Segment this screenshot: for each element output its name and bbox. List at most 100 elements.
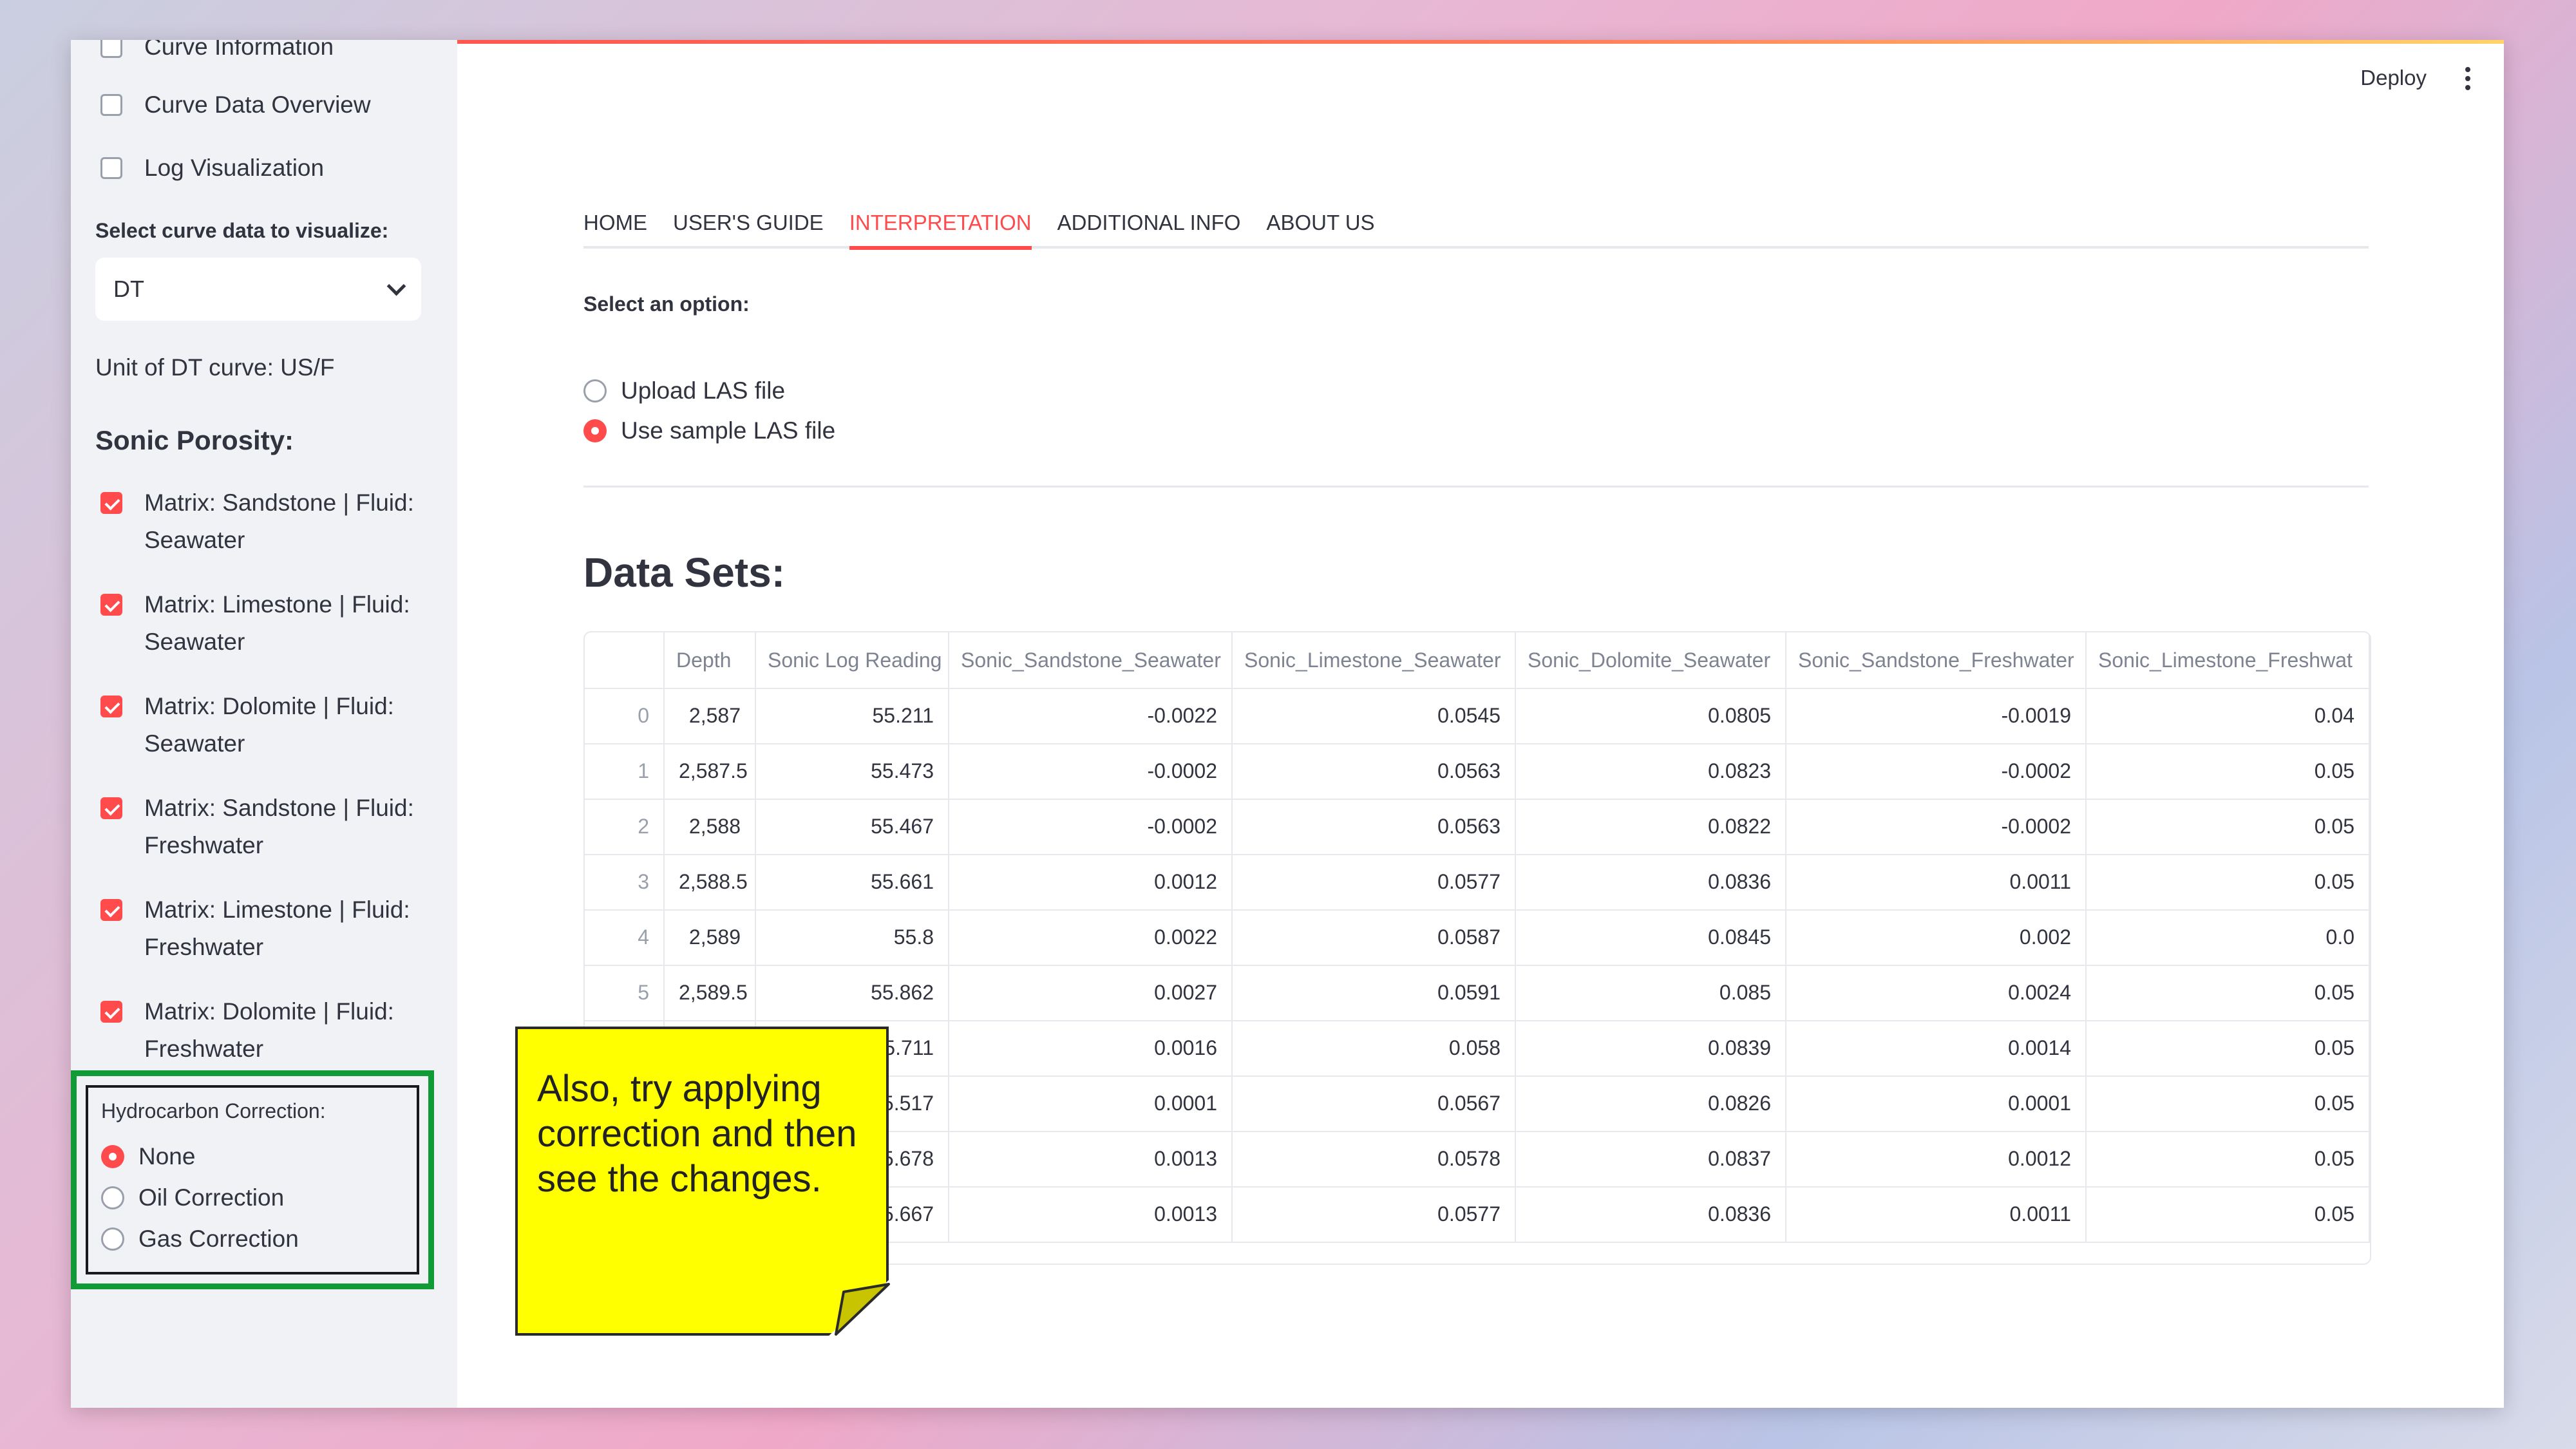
sidebar: Curve Information Curve Data Overview Lo… xyxy=(71,40,457,1408)
table-header-cell[interactable]: Sonic_Sandstone_Seawater xyxy=(949,632,1233,688)
tab-home[interactable]: HOME xyxy=(583,206,647,246)
table-cell: 0.085 xyxy=(1516,965,1786,1020)
table-cell: 0.05 xyxy=(2087,743,2370,799)
more-menu-icon[interactable] xyxy=(2465,67,2470,90)
tab-about-us[interactable]: ABOUT US xyxy=(1266,206,1374,246)
checkbox-box[interactable] xyxy=(100,1001,122,1023)
table-cell: 55.862 xyxy=(756,965,949,1020)
table-cell: 0.0587 xyxy=(1233,909,1516,965)
table-cell: 0.0563 xyxy=(1233,743,1516,799)
table-row: 3 2,588.5 55.661 0.0012 0.0577 0.0836 0.0011 0.… xyxy=(585,854,2370,911)
tab-additional-info[interactable]: ADDITIONAL INFO xyxy=(1057,206,1241,246)
radio-gas-correction[interactable]: Gas Correction xyxy=(101,1226,299,1253)
table-cell: 0.0013 xyxy=(949,1131,1233,1186)
table-cell: 0.0577 xyxy=(1233,854,1516,909)
radio-button[interactable] xyxy=(101,1145,124,1168)
radio-label: Use sample LAS file xyxy=(621,417,836,444)
table-cell: 0.05 xyxy=(2087,1186,2370,1242)
table-header-cell[interactable]: Sonic_Sandstone_Freshwater xyxy=(1786,632,2087,688)
porosity-check-dolomite-seawater[interactable]: Matrix: Dolomite | Fluid: Seawater xyxy=(100,693,394,762)
checkbox-label: Matrix: Dolomite | Fluid: Freshwater xyxy=(144,998,394,1062)
checkbox-log-visualization[interactable]: Log Visualization xyxy=(100,155,324,187)
select-curve-label: Select curve data to visualize: xyxy=(95,219,389,242)
radio-use-sample-las[interactable]: Use sample LAS file xyxy=(583,417,835,444)
table-cell: 0.0823 xyxy=(1516,743,1786,799)
curve-select[interactable]: DT xyxy=(95,258,421,321)
table-cell: 0.05 xyxy=(2087,854,2370,909)
table-cell: 0.0577 xyxy=(1233,1186,1516,1242)
table-cell: 0.0001 xyxy=(1786,1075,2087,1131)
checkbox-box[interactable] xyxy=(100,492,122,514)
checkbox-box[interactable] xyxy=(100,157,122,179)
table-cell: 0.0024 xyxy=(1786,965,2087,1020)
porosity-check-limestone-freshwater[interactable]: Matrix: Limestone | Fluid: Freshwater xyxy=(100,896,410,966)
table-cell: 0.0011 xyxy=(1786,1186,2087,1242)
checkbox-box[interactable] xyxy=(100,94,122,116)
hydrocarbon-label: Hydrocarbon Correction: xyxy=(101,1099,326,1122)
checkbox-label: Matrix: Dolomite | Fluid: Seawater xyxy=(144,693,394,757)
porosity-check-sandstone-freshwater[interactable]: Matrix: Sandstone | Fluid: Freshwater xyxy=(100,795,414,864)
tab-interpretation[interactable]: INTERPRETATION xyxy=(849,206,1032,250)
checkbox-label: Matrix: Sandstone | Fluid: Seawater xyxy=(144,489,414,553)
table-cell: 0.04 xyxy=(2087,688,2370,743)
checkbox-box[interactable] xyxy=(100,696,122,717)
table-header-cell[interactable]: Depth xyxy=(665,632,756,688)
table-cell: 0.0563 xyxy=(1233,799,1516,854)
radio-button[interactable] xyxy=(583,379,607,402)
checkbox-curve-data-overview[interactable]: Curve Data Overview xyxy=(100,91,371,124)
porosity-check-limestone-seawater[interactable]: Matrix: Limestone | Fluid: Seawater xyxy=(100,591,410,661)
table-cell: 55.473 xyxy=(756,743,949,799)
table-header-cell[interactable]: Sonic_Dolomite_Seawater xyxy=(1516,632,1786,688)
table-row: 4 2,589 55.8 0.0022 0.0587 0.0845 0.002 0.0 xyxy=(585,909,2370,966)
curve-select-value: DT xyxy=(113,276,144,302)
radio-label: Upload LAS file xyxy=(621,377,786,404)
table-row: 0 2,587 55.211 -0.0022 0.0545 0.0805 -0.0019 0.… xyxy=(585,688,2370,744)
checkbox-label: Log Visualization xyxy=(144,155,325,181)
table-cell: 0.002 xyxy=(1786,909,2087,965)
radio-label: Oil Correction xyxy=(138,1184,285,1211)
table-header-cell[interactable]: Sonic_Limestone_Seawater xyxy=(1233,632,1516,688)
checkbox-curve-information[interactable]: Curve Information xyxy=(100,40,334,66)
table-cell: -0.0002 xyxy=(1786,799,2087,854)
sonic-porosity-heading: Sonic Porosity: xyxy=(95,425,294,455)
porosity-check-sandstone-seawater[interactable]: Matrix: Sandstone | Fluid: Seawater xyxy=(100,489,414,559)
app-window: Curve Information Curve Data Overview Lo… xyxy=(71,40,2504,1408)
radio-oil-correction[interactable]: Oil Correction xyxy=(101,1184,284,1211)
table-cell: -0.0019 xyxy=(1786,688,2087,743)
table-cell: 0.0836 xyxy=(1516,854,1786,909)
table-cell: 2,588 xyxy=(665,799,756,854)
table-cell: 0.0839 xyxy=(1516,1020,1786,1075)
table-cell: 2,589 xyxy=(665,909,756,965)
checkbox-box[interactable] xyxy=(100,594,122,616)
table-header-cell[interactable] xyxy=(585,632,665,688)
table-cell: -0.0002 xyxy=(949,799,1233,854)
radio-label: None xyxy=(138,1143,196,1170)
table-cell: 5 xyxy=(585,965,665,1020)
chevron-down-icon xyxy=(386,276,406,296)
table-cell: 0.0013 xyxy=(949,1186,1233,1242)
table-cell: 2,589.5 xyxy=(665,965,756,1020)
table-cell: 0.05 xyxy=(2087,1020,2370,1075)
table-cell: 0.0001 xyxy=(949,1075,1233,1131)
radio-button[interactable] xyxy=(583,419,607,442)
table-header-row: Depth Sonic Log Reading Sonic_Sandstone_Se… xyxy=(585,632,2370,689)
checkbox-box[interactable] xyxy=(100,797,122,819)
table-cell: 55.211 xyxy=(756,688,949,743)
table-cell: 0.05 xyxy=(2087,965,2370,1020)
checkbox-box[interactable] xyxy=(100,40,122,58)
table-header-cell[interactable]: Sonic_Limestone_Freshwat xyxy=(2087,632,2370,688)
radio-none[interactable]: None xyxy=(101,1143,195,1170)
deploy-button[interactable]: Deploy xyxy=(2360,66,2427,90)
table-cell: 0.058 xyxy=(1233,1020,1516,1075)
tab-users-guide[interactable]: USER'S GUIDE xyxy=(673,206,824,246)
table-cell: 0.0011 xyxy=(1786,854,2087,909)
radio-button[interactable] xyxy=(101,1186,124,1209)
table-header-cell[interactable]: Sonic Log Reading xyxy=(756,632,949,688)
radio-button[interactable] xyxy=(101,1227,124,1251)
checkbox-label: Curve Data Overview xyxy=(144,91,371,118)
radio-upload-las[interactable]: Upload LAS file xyxy=(583,377,785,404)
table-cell: 0.0 xyxy=(2087,909,2370,965)
checkbox-box[interactable] xyxy=(100,899,122,921)
porosity-check-dolomite-freshwater[interactable]: Matrix: Dolomite | Fluid: Freshwater xyxy=(100,998,394,1068)
table-cell: 0.0014 xyxy=(1786,1020,2087,1075)
